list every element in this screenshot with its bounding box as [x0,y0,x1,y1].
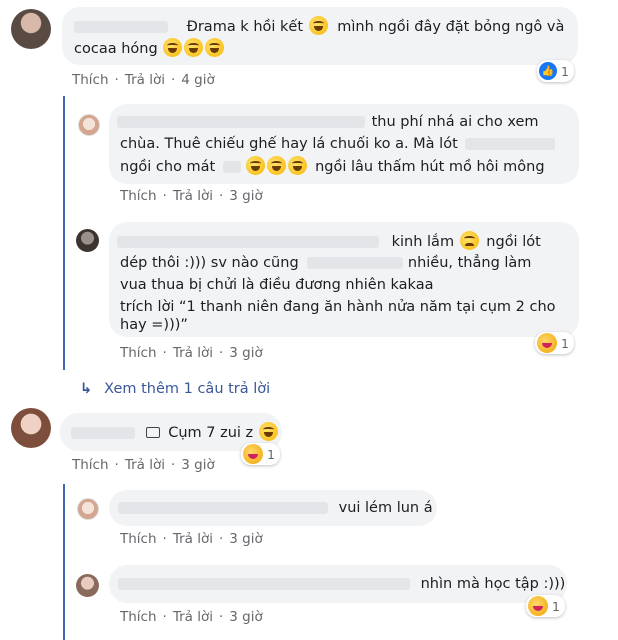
comment-bubble: thu phí nhá ai cho xem chùa. Thuê chiếu … [109,104,579,184]
blurred-author-name[interactable] [74,21,168,33]
comment-actions: Thích · Trả lời · 3 giờ [72,457,215,473]
reply-arrow-icon: ↳ [80,381,93,397]
reply-link[interactable]: Trả lời [173,531,213,547]
laughing-emoji-icon [267,156,287,175]
blurred-author-name[interactable] [118,578,410,590]
reaction-badge[interactable]: 1 [526,595,565,617]
timestamp[interactable]: 3 giờ [229,345,262,361]
reaction-badge[interactable]: 1 [535,332,574,354]
blurred-author-name[interactable] [71,427,135,439]
blurred-text [222,161,241,173]
laughing-emoji-icon [184,38,204,57]
comment-text: ngồi lót [486,234,541,250]
reply-thread-line [63,96,65,370]
laughing-emoji-icon [246,156,266,175]
comment-bubble: vui lém lun á [109,490,437,526]
reaction-badge[interactable]: 1 [241,443,280,465]
like-link[interactable]: Thích [120,188,157,204]
comment-bubble: Đrama k hồi kết mình ngồi đây đặt bỏng n… [62,7,578,65]
see-more-label: Xem thêm 1 câu trả lời [104,381,271,397]
see-more-replies-link[interactable]: ↳ Xem thêm 1 câu trả lời [80,381,270,397]
comment-text: thu phí nhá ai cho xem [371,114,539,130]
comment-actions: Thích · Trả lời · 3 giờ [120,531,263,547]
haha-icon [537,333,557,353]
comment-text: ngồi lâu thấm hút mồ hôi mông [315,159,545,175]
comment-text: Đrama k hồi kết [186,19,304,35]
comment-text: nhìn mà học tập :))) [420,576,566,592]
timestamp[interactable]: 3 giờ [229,531,262,547]
reaction-count: 1 [561,335,569,351]
reply-link[interactable]: Trả lời [173,188,213,204]
comment-text: trích lời “1 thanh niên đang ăn hành nửa… [120,299,556,315]
like-link[interactable]: Thích [72,72,109,88]
comment-text: hay =)))” [120,317,188,333]
laughing-emoji-icon [163,38,183,57]
timestamp[interactable]: 3 giờ [181,457,214,473]
reaction-count: 1 [267,446,275,462]
comment-actions: Thích · Trả lời · 3 giờ [120,345,263,361]
blurred-author-name[interactable] [117,116,365,128]
comment-text: cocaa hóng [74,41,158,57]
like-icon: 👍 [539,62,557,80]
avatar[interactable] [78,114,100,136]
avatar[interactable] [76,229,99,252]
sad-emoji-icon [459,231,479,250]
comment-bubble: nhìn mà học tập :))) [109,565,567,603]
laughing-emoji-icon [308,16,328,35]
reply-link[interactable]: Trả lời [125,72,165,88]
avatar[interactable] [76,574,99,597]
comment-text: chùa. Thuê chiếu ghế hay lá chuối ko a. … [120,136,458,152]
image-icon [145,427,160,438]
reply-link[interactable]: Trả lời [125,457,165,473]
comment-text: Cụm 7 zui z [168,425,254,441]
like-link[interactable]: Thích [120,345,157,361]
laughing-emoji-icon [205,38,225,57]
haha-icon [243,444,263,464]
blurred-text [307,257,404,269]
haha-icon [528,596,548,616]
comment-text: vui lém lun á [338,500,433,516]
blurred-author-name[interactable] [117,236,379,248]
timestamp[interactable]: 3 giờ [229,609,262,625]
like-link[interactable]: Thích [72,457,109,473]
comment-text: ngồi cho mát [120,159,216,175]
comment-text: kinh lắm [391,234,455,250]
timestamp[interactable]: 3 giờ [229,188,262,204]
comment-text: dép thôi :))) sv nào cũng [120,255,299,271]
timestamp[interactable]: 4 giờ [181,72,214,88]
comment-text: nhiều, thẳng làm [407,255,532,271]
avatar[interactable] [11,408,51,448]
reaction-count: 1 [552,598,560,614]
comment-bubble: kinh lắm ngồi lót dép thôi :))) sv nào c… [109,222,579,337]
comment-actions: Thích · Trả lời · 3 giờ [120,609,263,625]
like-link[interactable]: Thích [120,531,157,547]
comment-text: mình ngồi đây đặt bỏng ngô và [337,19,565,35]
avatar[interactable] [11,9,51,49]
comment-text: vua thua bị chửi là điều đương nhiên kak… [120,277,434,293]
reaction-count: 1 [561,63,569,79]
comment-actions: Thích · Trả lời · 4 giờ [72,72,215,88]
reply-link[interactable]: Trả lời [173,345,213,361]
like-link[interactable]: Thích [120,609,157,625]
laughing-emoji-icon [288,156,308,175]
blurred-text [465,138,556,150]
laughing-emoji-icon [258,422,278,441]
reaction-badge[interactable]: 👍 1 [537,60,574,82]
reply-link[interactable]: Trả lời [173,609,213,625]
reply-thread-line [63,484,65,640]
comment-actions: Thích · Trả lời · 3 giờ [120,188,263,204]
blurred-author-name[interactable] [118,502,328,514]
avatar[interactable] [77,498,99,520]
